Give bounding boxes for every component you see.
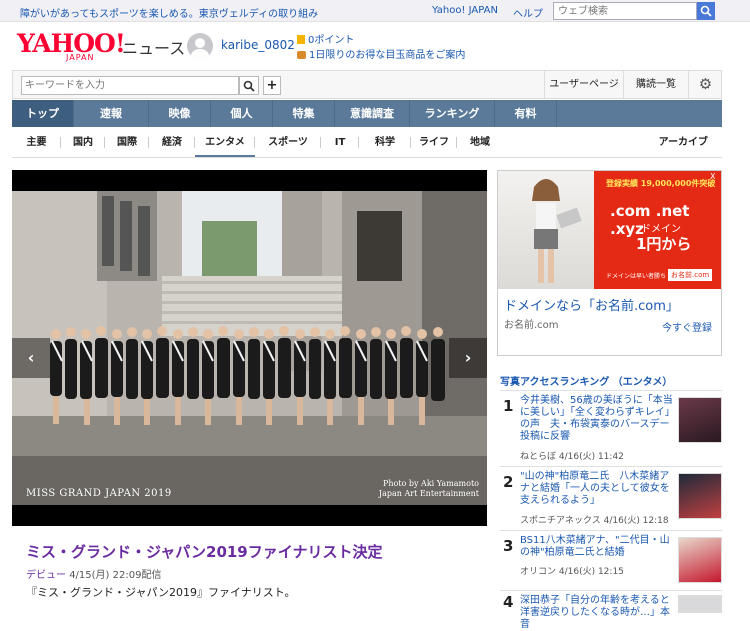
main-nav-survey[interactable]: 意識調査 [335,100,410,127]
ranking-thumbnail[interactable] [678,537,722,583]
ad-title-link[interactable]: ドメインなら「お名前.com」 [504,295,679,314]
sub-nav-economy[interactable]: 経済 [149,127,195,157]
search-icon [700,5,712,17]
archive-link[interactable]: アーカイブ [659,127,722,157]
sub-nav-life[interactable]: ライフ [411,127,457,157]
cart-icon [297,51,306,59]
help-link[interactable]: ヘルプ [513,5,543,20]
sub-nav-it[interactable]: IT [321,127,359,157]
ranking-thumbnail[interactable] [678,473,722,519]
user-page-link[interactable]: ユーザーページ [544,71,623,98]
sub-nav: 主要 国内 国際 経済 エンタメ スポーツ IT 科学 ライフ 地域 アーカイブ [12,127,722,158]
ranking-meta: スポニチアネックス 4/16(火) 12:18 [520,516,669,526]
article-source-link[interactable]: デビュー [26,570,66,581]
points-icon [297,35,305,44]
ranking-thumbnail[interactable] [678,595,722,613]
yahoo-japan-link[interactable]: Yahoo! JAPAN [432,5,498,16]
main-nav: トップ 速報 映像 個人 特集 意識調査 ランキング 有料 [12,100,722,127]
article-lead: 『ミス・グランド・ジャパン2019』ファイナリスト。 [26,586,296,599]
settings-gear-icon[interactable]: ⚙ [688,71,722,98]
main-nav-paid[interactable]: 有料 [495,100,557,127]
photo-credit-agency: Japan Art Entertainment [378,489,479,498]
ad-image[interactable]: 登録実績 19,000,000件突破 .com .net .xyz ドメイン 1… [498,171,721,289]
ad-url: お名前.com [504,320,559,331]
ranking-item[interactable]: 1 今井美樹、56歳の美ぼうに「本当に美しい」「全く変わらずキレイ」の声 夫・布… [500,390,722,462]
ad-note: ドメインは早い者勝ち [606,273,667,280]
sub-nav-international[interactable]: 国際 [105,127,149,157]
ad-brand-logo: お名前.com [668,269,713,281]
web-search-input[interactable] [553,2,697,20]
photo-ranking-heading: 写真アクセスランキング （エンタメ） [500,377,673,388]
group-photo-illustration [12,191,487,505]
ranking-title-link[interactable]: BS11八木菜緒アナ、"二代目・山の神"柏原竜二氏と結婚 [520,535,674,559]
photo-credit: Photo by Aki Yamamoto Japan Art Entertai… [379,479,479,499]
ranking-meta: ねとらぼ 4/16(火) 11:42 [520,452,624,462]
main-nav-feature[interactable]: 特集 [273,100,335,127]
sub-nav-science[interactable]: 科学 [359,127,411,157]
subscriptions-link[interactable]: 購読一覧 [623,71,688,98]
ad-badge: 登録実績 19,000,000件突破 [606,179,716,188]
ad-model-illustration [532,179,582,283]
sub-nav-domestic[interactable]: 国内 [61,127,105,157]
article-headline[interactable]: ミス・グランド・ジャパン2019ファイナリスト決定 [26,541,382,562]
sub-nav-main[interactable]: 主要 [12,127,61,157]
sub-nav-region[interactable]: 地域 [457,127,503,157]
ranking-title-link[interactable]: 深田恭子「自分の年齢を考えると洋害逆戻りしたくなる時が…」本音 [520,595,674,631]
search-icon [243,80,255,92]
ranking-item[interactable]: 4 深田恭子「自分の年齢を考えると洋害逆戻りしたくなる時が…」本音 [500,590,722,630]
previous-photo-button[interactable]: ‹ [12,338,50,378]
ad-model-photo [498,171,594,289]
add-keyword-button[interactable]: + [263,76,281,95]
article-byline: デビュー 4/15(月) 22:09配信 [26,566,161,581]
ad-cta-link[interactable]: 今すぐ登録 [662,319,712,334]
points-link[interactable]: 0ポイント [297,31,354,46]
ranking-title-link[interactable]: "山の神"柏原竜二氏 八木菜緒アナと結婚「一人の夫として彼女を支えられるよう」 [520,471,674,507]
photo-viewer: ‹ › MISS GRAND JAPAN 2019 Photo by Aki Y… [12,170,487,526]
article-photo[interactable]: ‹ › MISS GRAND JAPAN 2019 Photo by Aki Y… [12,191,487,505]
ranking-number: 3 [503,537,514,555]
main-nav-top[interactable]: トップ [12,100,74,127]
username-link[interactable]: karibe_0802 [221,38,295,52]
web-search-button[interactable] [697,2,715,20]
ranking-thumbnail[interactable] [678,397,722,443]
top-bar: 障がいがあってもスポーツを楽しめる。東京ヴェルディの取り組み Yahoo! JA… [0,0,750,22]
daily-deal-link[interactable]: 1日限りのお得な目玉商品をご案内 [297,46,465,61]
ranking-title-link[interactable]: 今井美樹、56歳の美ぼうに「本当に美しい」「全く変わらずキレイ」の声 夫・布袋寅… [520,395,674,443]
ad-price-text: 1円から [636,235,692,253]
promo-link[interactable]: 障がいがあってもスポーツを楽しめる。東京ヴェルディの取り組み [20,5,318,20]
photo-credit-photographer: Photo by Aki Yamamoto [382,479,479,488]
main-nav-individual[interactable]: 個人 [211,100,273,127]
keyword-search-button[interactable] [239,76,259,95]
sub-nav-sports[interactable]: スポーツ [255,127,321,157]
points-label: 0ポイント [308,35,355,46]
ad-banner[interactable]: 登録実績 19,000,000件突破 .com .net .xyz ドメイン 1… [497,170,722,356]
sub-nav-entertainment[interactable]: エンタメ [195,127,255,157]
yahoo-logo-sub: JAPAN [66,53,95,62]
next-photo-button[interactable]: › [449,338,487,378]
ad-close-icon[interactable]: X [710,172,715,181]
daily-deal-label: 1日限りのお得な目玉商品をご案内 [309,50,466,61]
article-date: 4/15(月) 22:09配信 [69,570,162,581]
avatar[interactable] [187,33,213,59]
ranking-number: 2 [503,473,514,491]
main-nav-ranking[interactable]: ランキング [410,100,495,127]
ranking-item[interactable]: 2 "山の神"柏原竜二氏 八木菜緒アナと結婚「一人の夫として彼女を支えられるよう… [500,466,722,538]
pageant-watermark: MISS GRAND JAPAN 2019 [26,488,172,499]
ranking-number: 1 [503,397,514,415]
ranking-number: 4 [503,593,514,611]
tool-row: + ユーザーページ 購読一覧 ⚙ [12,70,722,99]
keyword-search-input[interactable] [21,76,239,95]
ranking-meta: オリコン 4/16(火) 12:15 [520,567,624,577]
main-nav-breaking[interactable]: 速報 [74,100,149,127]
news-logo-text[interactable]: ニュース [122,35,185,59]
main-nav-video[interactable]: 映像 [149,100,211,127]
